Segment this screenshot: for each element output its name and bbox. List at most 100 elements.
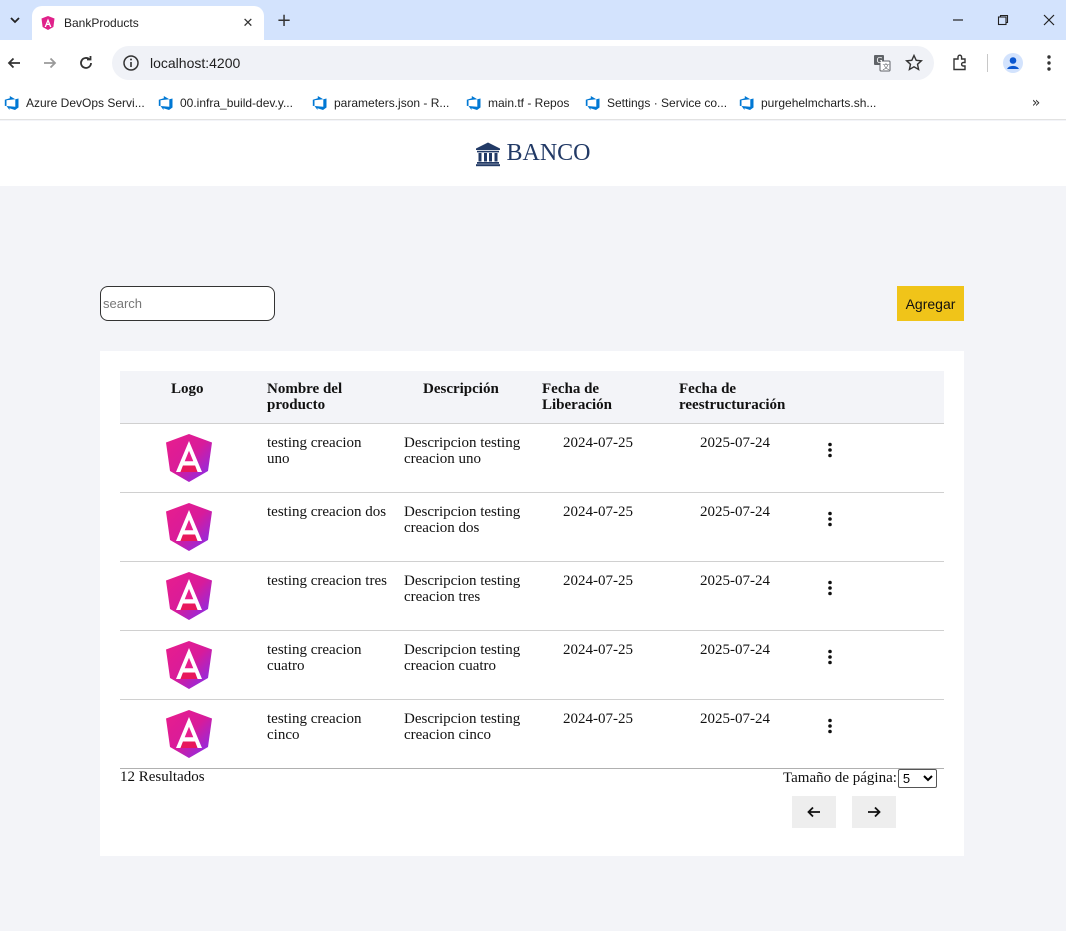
product-name: testing creacion uno [267, 435, 362, 467]
column-header-release-date: Fecha de Liberación [542, 381, 612, 413]
new-tab-button[interactable]: + [272, 8, 296, 32]
product-name: testing creacion tres [267, 573, 387, 589]
arrow-right-icon [44, 57, 57, 69]
bookmark-item[interactable]: purgehelmcharts.sh... [739, 93, 876, 113]
tab-search-button[interactable] [4, 8, 26, 32]
angular-logo-icon [166, 710, 212, 758]
restructure-date: 2025-07-24 [700, 504, 770, 520]
brand-logo: BANCO [475, 140, 591, 167]
row-actions-button[interactable] [822, 647, 838, 667]
add-product-button[interactable]: Agregar [897, 286, 964, 321]
product-description: Descripcion testing creacion dos [404, 504, 521, 536]
restructure-date: 2025-07-24 [700, 711, 770, 727]
column-header-description: Descripción [423, 381, 499, 397]
url-text[interactable]: localhost:4200 [150, 55, 870, 71]
azure-devops-icon [585, 96, 600, 110]
bookmark-item[interactable]: 00.infra_build-dev.y... [158, 93, 293, 113]
restore-icon [997, 14, 1009, 26]
more-vertical-icon [828, 649, 832, 665]
bookmark-label: main.tf - Repos [488, 96, 570, 110]
search-input[interactable] [100, 286, 275, 321]
more-vertical-icon [828, 718, 832, 734]
page-size-select[interactable]: 5 [897, 769, 937, 788]
next-page-button[interactable] [852, 796, 896, 828]
column-header-restructure-date: Fecha de reestructuración [679, 381, 786, 413]
bookmark-item[interactable]: Settings · Service co... [585, 93, 727, 113]
table-row: testing creacion tres Descripcion testin… [120, 562, 944, 631]
product-description: Descripcion testing creacion tres [404, 573, 521, 605]
translate-icon[interactable]: G文 [870, 51, 894, 75]
close-tab-icon[interactable]: ✕ [238, 13, 258, 33]
bookmark-label: purgehelmcharts.sh... [761, 96, 877, 110]
product-description: Descripcion testing creacion cuatro [404, 642, 521, 674]
release-date: 2024-07-25 [563, 642, 633, 658]
bookmark-item[interactable]: main.tf - Repos [466, 93, 569, 113]
tab-title: BankProducts [64, 16, 139, 30]
previous-page-button[interactable] [792, 796, 836, 828]
bookmark-star-icon[interactable] [902, 51, 926, 75]
restore-button[interactable] [991, 8, 1015, 32]
extensions-icon[interactable] [948, 51, 972, 75]
minimize-icon [953, 19, 963, 21]
back-button[interactable] [2, 51, 26, 75]
bookmarks-overflow-icon[interactable]: » [1026, 93, 1046, 113]
results-count: 12 Resultados [120, 769, 205, 785]
tab-strip: BankProducts ✕ + [0, 0, 1066, 40]
row-actions-button[interactable] [822, 578, 838, 598]
azure-devops-icon [4, 96, 19, 110]
browser-toolbar: localhost:4200 G文 [0, 40, 1066, 86]
restructure-date: 2025-07-24 [700, 435, 770, 451]
more-vertical-icon [828, 442, 832, 458]
row-actions-button[interactable] [822, 509, 838, 529]
profile-avatar-icon[interactable] [1001, 51, 1025, 75]
app-header: BANCO [0, 121, 1066, 186]
reload-button[interactable] [74, 51, 98, 75]
azure-devops-icon [739, 96, 754, 110]
arrow-right-icon [868, 806, 881, 818]
close-window-button[interactable] [1037, 8, 1061, 32]
bookmark-item[interactable]: parameters.json - R... [312, 93, 449, 113]
restructure-date: 2025-07-24 [700, 573, 770, 589]
product-description: Descripcion testing creacion cinco [404, 711, 521, 743]
row-actions-button[interactable] [822, 440, 838, 460]
close-icon [1043, 14, 1055, 26]
table-header: Logo Nombre del producto Descripción Fec… [120, 371, 944, 424]
kebab-menu-icon[interactable] [1037, 51, 1061, 75]
brand-name: BANCO [506, 140, 591, 166]
toolbar-divider [987, 54, 988, 72]
bookmark-item[interactable]: Azure DevOps Servi... [4, 93, 145, 113]
row-actions-button[interactable] [822, 716, 838, 736]
product-name: testing creacion dos [267, 504, 387, 520]
more-vertical-icon [828, 580, 832, 596]
bank-icon [476, 142, 501, 166]
reload-icon [80, 56, 92, 69]
angular-logo-icon [166, 641, 212, 689]
azure-devops-icon [466, 96, 481, 110]
bookmark-label: Settings · Service co... [607, 96, 728, 110]
release-date: 2024-07-25 [563, 504, 633, 520]
forward-button[interactable] [38, 51, 62, 75]
product-description: Descripcion testing creacion uno [404, 435, 521, 467]
table-row: testing creacion cuatro Descripcion test… [120, 631, 944, 700]
bookmarks-bar: Azure DevOps Servi... 00.infra_build-dev… [0, 86, 1066, 120]
angular-icon [41, 16, 55, 30]
release-date: 2024-07-25 [563, 573, 633, 589]
azure-devops-icon [312, 96, 327, 110]
address-bar[interactable]: localhost:4200 G文 [112, 46, 934, 80]
product-name: testing creacion cinco [267, 711, 362, 743]
azure-devops-icon [158, 96, 173, 110]
minimize-button[interactable] [946, 8, 970, 32]
column-header-logo: Logo [171, 381, 204, 397]
page-size-control: Tamaño de página: 5 [783, 769, 937, 788]
browser-tab[interactable]: BankProducts ✕ [32, 6, 264, 40]
chevron-down-icon [10, 17, 20, 24]
column-header-name: Nombre del producto [267, 381, 343, 413]
angular-logo-icon [166, 572, 212, 620]
table-row: testing creacion dos Descripcion testing… [120, 493, 944, 562]
svg-text:文: 文 [883, 62, 890, 71]
arrow-left-icon [807, 806, 820, 818]
product-name: testing creacion cuatro [267, 642, 362, 674]
page-size-label: Tamaño de página: [783, 770, 897, 786]
angular-logo-icon [166, 503, 212, 551]
site-info-icon[interactable] [122, 54, 140, 72]
